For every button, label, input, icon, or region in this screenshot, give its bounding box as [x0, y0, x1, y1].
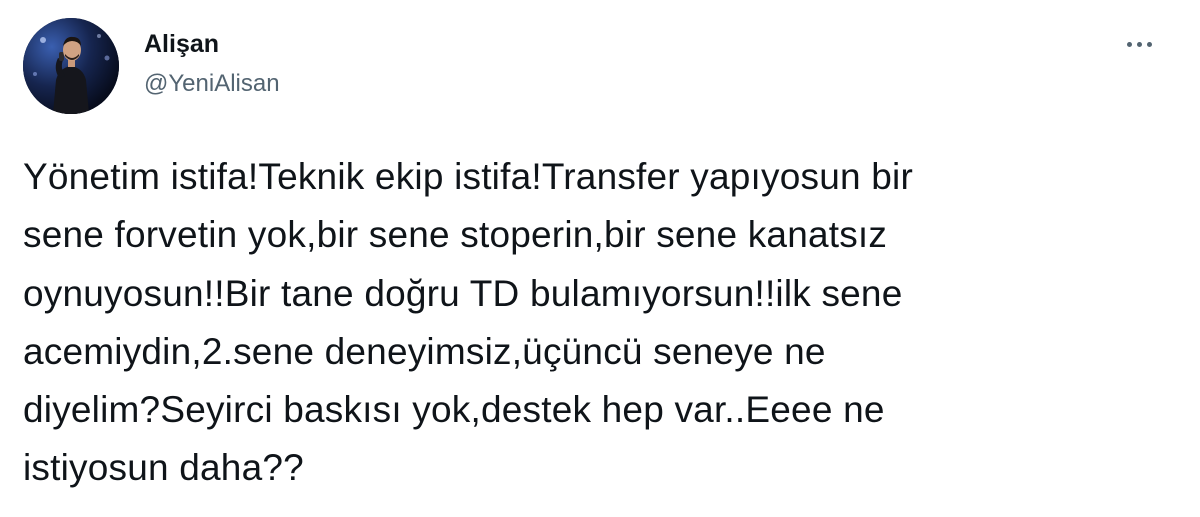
author-name[interactable]: Alişan [144, 28, 219, 60]
tweet-text: Yönetim istifa!Teknik ekip istifa!Transf… [23, 148, 1173, 498]
more-options-button[interactable] [1117, 28, 1161, 60]
tweet-text-line: oynuyosun!!Bir tane doğru TD bulamıyorsu… [23, 272, 903, 314]
tweet-card: Alişan @YeniAlisan Yönetim istifa!Teknik… [0, 0, 1200, 517]
more-options-icon [1136, 41, 1142, 47]
tweet-text-line: diyelim?Seyirci baskısı yok,destek hep v… [23, 389, 885, 431]
author-handle[interactable]: @YeniAlisan [144, 68, 280, 100]
tweet-text-line: sene forvetin yok,bir sene stoperin,bir … [23, 214, 888, 256]
avatar[interactable] [23, 18, 119, 114]
more-options-icon [1146, 41, 1152, 47]
more-options-icon [1126, 41, 1132, 47]
profile-photo-icon [23, 18, 119, 114]
tweet-text-line: istiyosun daha?? [23, 447, 304, 489]
tweet-text-line: acemiydin,2.sene deneyimsiz,üçüncü seney… [23, 330, 826, 372]
tweet-text-line: Yönetim istifa!Teknik ekip istifa!Transf… [23, 156, 913, 197]
